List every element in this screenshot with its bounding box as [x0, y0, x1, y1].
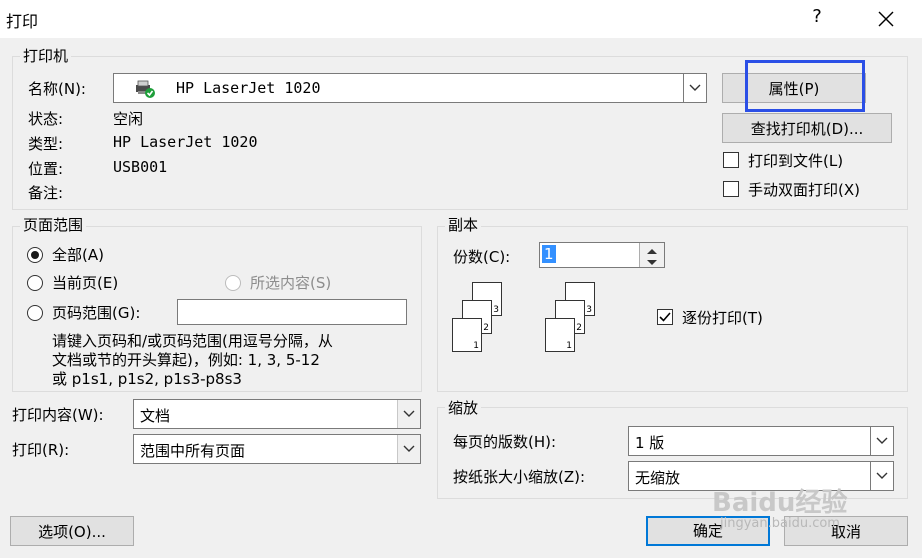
range-hint-line2: 文档或节的开头算起)，例如: 1, 3, 5-12 — [52, 351, 320, 369]
copies-count-label: 份数(C): — [453, 248, 511, 266]
arrow-down-icon — [647, 260, 657, 265]
title-bar — [0, 0, 922, 38]
print-what-value: 文档 — [140, 407, 171, 425]
location-value: USB001 — [113, 158, 168, 176]
print-dropdown[interactable] — [397, 435, 420, 463]
page-range-group-label: 页面范围 — [20, 214, 87, 235]
print-to-file-checkbox[interactable] — [723, 152, 739, 168]
collate-checkbox[interactable] — [657, 309, 673, 325]
print-what-dropdown[interactable] — [397, 400, 420, 428]
type-value: HP LaserJet 1020 — [113, 133, 258, 151]
page-number-1: 1 — [566, 341, 572, 351]
range-selection-radio[interactable] — [225, 275, 241, 291]
baidu-watermark: Baidu经验 — [712, 488, 848, 518]
close-button[interactable] — [872, 6, 900, 32]
status-value: 空闲 — [113, 110, 144, 128]
printer-name-dropdown[interactable] — [683, 74, 706, 102]
pages-per-sheet-value: 1 版 — [635, 434, 665, 452]
range-hint-line1: 请键入页码和/或页码范围(用逗号分隔，从 — [52, 332, 333, 350]
type-label: 类型: — [28, 135, 64, 153]
print-select[interactable]: 范围中所有页面 — [133, 434, 421, 464]
copies-count-spinner[interactable]: 1 — [539, 242, 665, 268]
properties-highlight — [745, 60, 865, 112]
zoom-group-label: 缩放 — [445, 397, 482, 418]
range-selection-label[interactable]: 所选内容(S) — [250, 272, 331, 293]
print-what-label: 打印内容(W): — [12, 406, 104, 424]
chevron-down-icon — [403, 410, 415, 417]
range-pages-radio[interactable] — [27, 305, 43, 321]
print-value: 范围中所有页面 — [140, 442, 246, 460]
print-label: 打印(R): — [12, 441, 70, 459]
location-label: 位置: — [28, 160, 64, 178]
scale-dropdown[interactable] — [870, 462, 893, 490]
range-hint-line3: 或 p1s1, p1s2, p1s3-p8s3 — [52, 370, 242, 388]
find-printer-button[interactable]: 查找打印机(D)... — [722, 113, 892, 143]
copies-group-label: 副本 — [445, 214, 482, 235]
collated-pages-illustration-2: 3 2 1 — [545, 280, 605, 355]
chevron-down-icon — [876, 472, 888, 479]
status-label: 状态: — [28, 110, 64, 128]
chevron-down-icon — [689, 84, 701, 91]
printer-ready-icon — [134, 79, 156, 103]
checkmark-icon — [659, 312, 671, 322]
scale-label: 按纸张大小缩放(Z): — [453, 468, 586, 486]
print-what-select[interactable]: 文档 — [133, 399, 421, 429]
manual-duplex-checkbox[interactable] — [723, 181, 739, 197]
comment-label: 备注: — [28, 184, 64, 202]
pages-per-sheet-dropdown[interactable] — [870, 427, 893, 455]
chevron-down-icon — [876, 437, 888, 444]
range-all-radio[interactable] — [27, 247, 43, 263]
pages-per-sheet-label: 每页的版数(H): — [453, 433, 557, 451]
collated-pages-illustration: 3 2 1 — [452, 280, 512, 355]
page-number-3: 3 — [586, 305, 592, 315]
printer-name-value: HP LaserJet 1020 — [176, 79, 321, 97]
help-button[interactable]: ? — [806, 6, 828, 30]
scale-value: 无缩放 — [635, 469, 681, 487]
collate-label[interactable]: 逐份打印(T) — [682, 307, 763, 328]
page-number-3: 3 — [493, 305, 499, 315]
pages-per-sheet-select[interactable]: 1 版 — [628, 426, 894, 456]
page-number-1: 1 — [473, 341, 479, 351]
copies-down-button[interactable] — [639, 255, 664, 267]
printer-name-select[interactable]: HP LaserJet 1020 — [113, 73, 707, 103]
range-all-label[interactable]: 全部(A) — [52, 244, 104, 265]
printer-name-label: 名称(N): — [28, 80, 86, 98]
window-title: 打印 — [6, 12, 39, 31]
options-button[interactable]: 选项(O)... — [10, 516, 134, 546]
baidu-watermark-url: jingyan.baidu.com — [720, 516, 840, 531]
page-number-2: 2 — [576, 323, 582, 333]
copies-count-value[interactable]: 1 — [542, 245, 556, 263]
range-current-radio[interactable] — [27, 275, 43, 291]
printer-group-label: 打印机 — [20, 45, 72, 66]
print-to-file-label[interactable]: 打印到文件(L) — [748, 150, 843, 171]
close-icon — [878, 11, 894, 27]
range-pages-input[interactable] — [177, 299, 407, 325]
page-number-2: 2 — [483, 323, 489, 333]
chevron-down-icon — [403, 445, 415, 452]
range-pages-label[interactable]: 页码范围(G): — [52, 302, 140, 323]
range-current-label[interactable]: 当前页(E) — [52, 272, 118, 293]
manual-duplex-label[interactable]: 手动双面打印(X) — [748, 179, 860, 200]
